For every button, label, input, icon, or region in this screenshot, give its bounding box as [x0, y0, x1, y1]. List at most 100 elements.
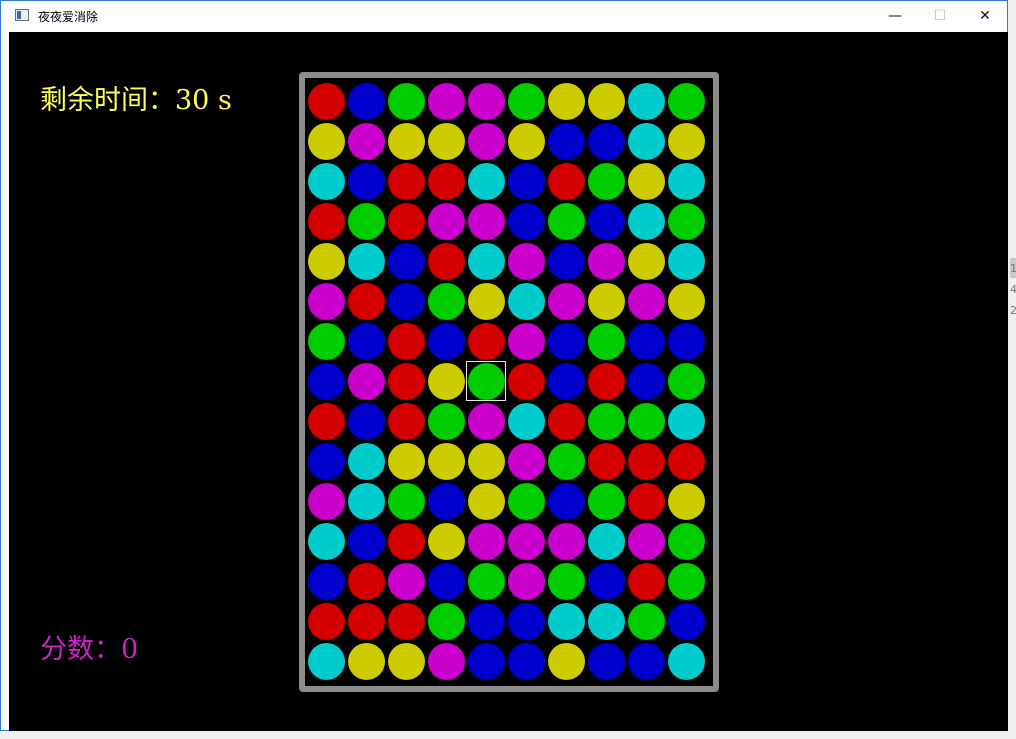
ball-2-3[interactable] — [428, 163, 465, 200]
ball-9-1[interactable] — [348, 443, 385, 480]
ball-9-0[interactable] — [308, 443, 345, 480]
ball-4-5[interactable] — [508, 243, 545, 280]
ball-14-0[interactable] — [308, 643, 345, 680]
ball-4-6[interactable] — [548, 243, 585, 280]
ball-8-7[interactable] — [588, 403, 625, 440]
game-board[interactable] — [299, 72, 719, 692]
ball-1-3[interactable] — [428, 123, 465, 160]
ball-5-8[interactable] — [628, 283, 665, 320]
ball-11-0[interactable] — [308, 523, 345, 560]
ball-12-5[interactable] — [508, 563, 545, 600]
ball-8-5[interactable] — [508, 403, 545, 440]
ball-10-2[interactable] — [388, 483, 425, 520]
ball-8-4[interactable] — [468, 403, 505, 440]
ball-14-9[interactable] — [668, 643, 705, 680]
ball-10-5[interactable] — [508, 483, 545, 520]
ball-8-6[interactable] — [548, 403, 585, 440]
ball-14-8[interactable] — [628, 643, 665, 680]
ball-0-4[interactable] — [468, 83, 505, 120]
ball-6-0[interactable] — [308, 323, 345, 360]
ball-5-4[interactable] — [468, 283, 505, 320]
ball-9-9[interactable] — [668, 443, 705, 480]
ball-5-2[interactable] — [388, 283, 425, 320]
ball-3-7[interactable] — [588, 203, 625, 240]
ball-13-7[interactable] — [588, 603, 625, 640]
ball-9-4[interactable] — [468, 443, 505, 480]
ball-2-4[interactable] — [468, 163, 505, 200]
ball-12-3[interactable] — [428, 563, 465, 600]
ball-5-3[interactable] — [428, 283, 465, 320]
ball-5-0[interactable] — [308, 283, 345, 320]
ball-7-7[interactable] — [588, 363, 625, 400]
ball-0-8[interactable] — [628, 83, 665, 120]
ball-4-1[interactable] — [348, 243, 385, 280]
ball-9-7[interactable] — [588, 443, 625, 480]
ball-1-4[interactable] — [468, 123, 505, 160]
ball-5-9[interactable] — [668, 283, 705, 320]
ball-3-1[interactable] — [348, 203, 385, 240]
ball-1-2[interactable] — [388, 123, 425, 160]
ball-13-6[interactable] — [548, 603, 585, 640]
ball-0-9[interactable] — [668, 83, 705, 120]
ball-1-8[interactable] — [628, 123, 665, 160]
ball-1-6[interactable] — [548, 123, 585, 160]
ball-14-2[interactable] — [388, 643, 425, 680]
ball-7-4[interactable] — [468, 363, 505, 400]
ball-3-3[interactable] — [428, 203, 465, 240]
ball-11-6[interactable] — [548, 523, 585, 560]
ball-11-3[interactable] — [428, 523, 465, 560]
ball-2-5[interactable] — [508, 163, 545, 200]
ball-6-1[interactable] — [348, 323, 385, 360]
ball-12-9[interactable] — [668, 563, 705, 600]
ball-11-7[interactable] — [588, 523, 625, 560]
ball-3-6[interactable] — [548, 203, 585, 240]
ball-4-7[interactable] — [588, 243, 625, 280]
ball-1-7[interactable] — [588, 123, 625, 160]
ball-10-9[interactable] — [668, 483, 705, 520]
ball-12-1[interactable] — [348, 563, 385, 600]
ball-10-7[interactable] — [588, 483, 625, 520]
ball-7-9[interactable] — [668, 363, 705, 400]
ball-13-5[interactable] — [508, 603, 545, 640]
ball-11-1[interactable] — [348, 523, 385, 560]
ball-6-2[interactable] — [388, 323, 425, 360]
ball-14-4[interactable] — [468, 643, 505, 680]
ball-4-8[interactable] — [628, 243, 665, 280]
ball-3-2[interactable] — [388, 203, 425, 240]
ball-9-8[interactable] — [628, 443, 665, 480]
ball-4-2[interactable] — [388, 243, 425, 280]
ball-6-5[interactable] — [508, 323, 545, 360]
ball-12-7[interactable] — [588, 563, 625, 600]
ball-12-2[interactable] — [388, 563, 425, 600]
ball-0-5[interactable] — [508, 83, 545, 120]
ball-13-8[interactable] — [628, 603, 665, 640]
ball-2-8[interactable] — [628, 163, 665, 200]
ball-3-4[interactable] — [468, 203, 505, 240]
ball-10-0[interactable] — [308, 483, 345, 520]
ball-11-2[interactable] — [388, 523, 425, 560]
ball-2-2[interactable] — [388, 163, 425, 200]
ball-8-2[interactable] — [388, 403, 425, 440]
ball-1-0[interactable] — [308, 123, 345, 160]
ball-4-9[interactable] — [668, 243, 705, 280]
ball-1-5[interactable] — [508, 123, 545, 160]
ball-11-9[interactable] — [668, 523, 705, 560]
ball-12-6[interactable] — [548, 563, 585, 600]
ball-11-4[interactable] — [468, 523, 505, 560]
ball-9-5[interactable] — [508, 443, 545, 480]
ball-2-1[interactable] — [348, 163, 385, 200]
ball-4-4[interactable] — [468, 243, 505, 280]
ball-3-0[interactable] — [308, 203, 345, 240]
ball-11-8[interactable] — [628, 523, 665, 560]
game-canvas[interactable]: 剩余时间：30 s 分数：0 — [9, 32, 1008, 731]
ball-12-4[interactable] — [468, 563, 505, 600]
ball-0-0[interactable] — [308, 83, 345, 120]
ball-3-8[interactable] — [628, 203, 665, 240]
ball-1-1[interactable] — [348, 123, 385, 160]
ball-8-8[interactable] — [628, 403, 665, 440]
ball-7-5[interactable] — [508, 363, 545, 400]
ball-9-6[interactable] — [548, 443, 585, 480]
ball-8-3[interactable] — [428, 403, 465, 440]
ball-3-9[interactable] — [668, 203, 705, 240]
maximize-button[interactable]: ☐ — [917, 1, 963, 31]
